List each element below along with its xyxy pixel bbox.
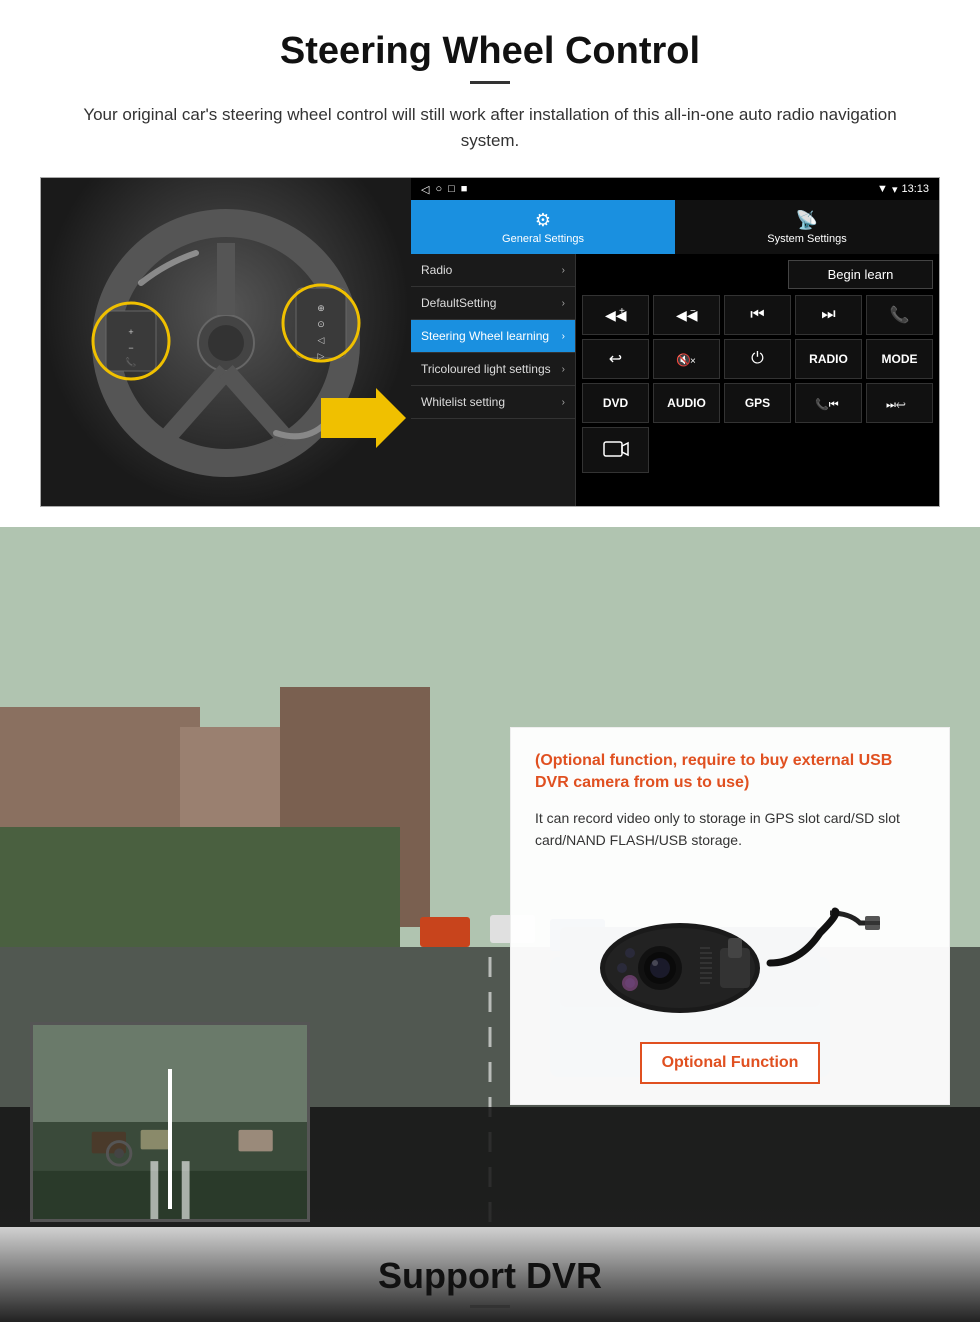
begin-learn-row: Begin learn	[582, 260, 933, 289]
dvr-camera-illustration	[535, 868, 925, 1028]
ctrl-dvr-icon[interactable]	[582, 427, 649, 473]
svg-text:×: ×	[690, 356, 696, 367]
svg-text:⊕: ⊕	[317, 303, 325, 313]
ctrl-back[interactable]: ↩	[582, 339, 649, 379]
svg-text:+: +	[128, 327, 133, 337]
system-icon: 📡	[796, 210, 818, 231]
menu-item-steering-learning[interactable]: Steering Wheel learning ›	[411, 320, 575, 353]
tab-general-settings[interactable]: ⚙ General Settings	[411, 200, 675, 254]
statusbar-nav-icons: ◁ ○ □ ■	[421, 183, 467, 196]
ctrl-phone[interactable]: 📞	[866, 295, 933, 335]
control-buttons-grid: ◀◀+ ◀◀− ⏮ ⏭ 📞 ↩ 🔇× ⏻	[582, 295, 933, 473]
ctrl-next-back[interactable]: ⏭↩	[866, 383, 933, 423]
ctrl-phone-prev[interactable]: 📞⏮	[795, 383, 862, 423]
begin-learn-button[interactable]: Begin learn	[788, 260, 933, 289]
menu-item-whitelist[interactable]: Whitelist setting ›	[411, 386, 575, 419]
ctrl-dvd[interactable]: DVD	[582, 383, 649, 423]
dvr-camera-svg	[580, 873, 880, 1023]
arrow-overlay	[321, 383, 411, 458]
ctrl-radio[interactable]: RADIO	[795, 339, 862, 379]
chevron-icon: ›	[562, 298, 565, 309]
menu-whitelist-label: Whitelist setting	[421, 395, 505, 409]
svg-text:⏭↩: ⏭↩	[886, 399, 906, 411]
steering-title: Steering Wheel Control	[40, 30, 940, 73]
android-statusbar: ◁ ○ □ ■ ▼ ▾ 13:13	[411, 178, 939, 200]
statusbar-status: ▼ ▾ 13:13	[877, 183, 929, 196]
svg-text:📞⏮: 📞⏮	[815, 397, 839, 411]
recents-icon[interactable]: □	[448, 183, 455, 196]
chevron-icon: ›	[562, 397, 565, 408]
android-content: Radio › DefaultSetting › Steering Wheel …	[411, 254, 939, 506]
signal-icon: ▼	[877, 183, 888, 195]
steering-description: Your original car's steering wheel contr…	[80, 102, 900, 153]
menu-item-radio[interactable]: Radio ›	[411, 254, 575, 287]
svg-text:−: −	[690, 306, 696, 317]
dvr-optional-text: (Optional function, require to buy exter…	[535, 750, 925, 795]
dvr-preview-svg	[33, 1022, 307, 1222]
ctrl-power[interactable]: ⏻	[724, 339, 791, 379]
wifi-icon: ▾	[892, 183, 898, 196]
demo-panel: + − 📞 ⊕ ⊙ ◁ ▷	[40, 177, 940, 507]
ctrl-vol-up[interactable]: ◀◀+	[582, 295, 649, 335]
svg-text:◁: ◁	[318, 335, 325, 345]
svg-text:📞: 📞	[125, 356, 137, 367]
tab-general-label: General Settings	[502, 233, 584, 245]
ctrl-vol-down[interactable]: ◀◀−	[653, 295, 720, 335]
android-tabs: ⚙ General Settings 📡 System Settings	[411, 200, 939, 254]
back-icon[interactable]: ◁	[421, 183, 429, 196]
dvr-title: Support DVR	[0, 1255, 980, 1297]
tab-system-settings[interactable]: 📡 System Settings	[675, 200, 939, 254]
menu-item-tricolour[interactable]: Tricoloured light settings ›	[411, 353, 575, 386]
dvr-info-card: (Optional function, require to buy exter…	[510, 727, 950, 1105]
dvr-section: Support DVR (Optional	[0, 527, 980, 1322]
svg-text:+: +	[619, 306, 625, 317]
dvr-title-area: Support DVR	[0, 1227, 980, 1322]
dvr-preview-inner	[33, 1025, 307, 1219]
chevron-icon: ›	[562, 364, 565, 375]
ctrl-audio[interactable]: AUDIO	[653, 383, 720, 423]
ctrl-mute[interactable]: 🔇×	[653, 339, 720, 379]
menu-steering-label: Steering Wheel learning	[421, 329, 549, 343]
dvr-preview-image	[30, 1022, 310, 1222]
chevron-icon: ›	[562, 265, 565, 276]
dvr-description: It can record video only to storage in G…	[535, 807, 925, 852]
home-icon[interactable]: ○	[435, 183, 442, 196]
android-ui-panel: ◁ ○ □ ■ ▼ ▾ 13:13 ⚙ General Settings	[411, 178, 939, 506]
tab-system-label: System Settings	[767, 233, 846, 245]
statusbar-time: 13:13	[901, 183, 929, 195]
menu-radio-label: Radio	[421, 263, 452, 277]
svg-text:−: −	[128, 343, 133, 353]
steering-wheel-area: + − 📞 ⊕ ⊙ ◁ ▷	[41, 178, 411, 507]
menu-item-default[interactable]: DefaultSetting ›	[411, 287, 575, 320]
dvr-divider	[470, 1305, 510, 1308]
chevron-icon: ›	[562, 331, 565, 342]
menu-default-label: DefaultSetting	[421, 296, 496, 310]
steering-section: Steering Wheel Control Your original car…	[0, 0, 980, 527]
svg-text:⊙: ⊙	[317, 319, 325, 329]
settings-menu: Radio › DefaultSetting › Steering Wheel …	[411, 254, 576, 506]
ctrl-mode[interactable]: MODE	[866, 339, 933, 379]
gear-icon: ⚙	[535, 210, 551, 231]
steering-controls-panel: Begin learn ◀◀+ ◀◀− ⏮ ⏭ 📞	[576, 254, 939, 506]
optional-function-button[interactable]: Optional Function	[640, 1042, 820, 1084]
title-divider	[470, 81, 510, 84]
ctrl-next-track[interactable]: ⏭	[795, 295, 862, 335]
ctrl-gps[interactable]: GPS	[724, 383, 791, 423]
menu-tricolour-label: Tricoloured light settings	[421, 362, 551, 376]
svg-text:🔇: 🔇	[676, 353, 691, 367]
ctrl-prev-track[interactable]: ⏮	[724, 295, 791, 335]
record-icon[interactable]: ■	[461, 183, 468, 196]
